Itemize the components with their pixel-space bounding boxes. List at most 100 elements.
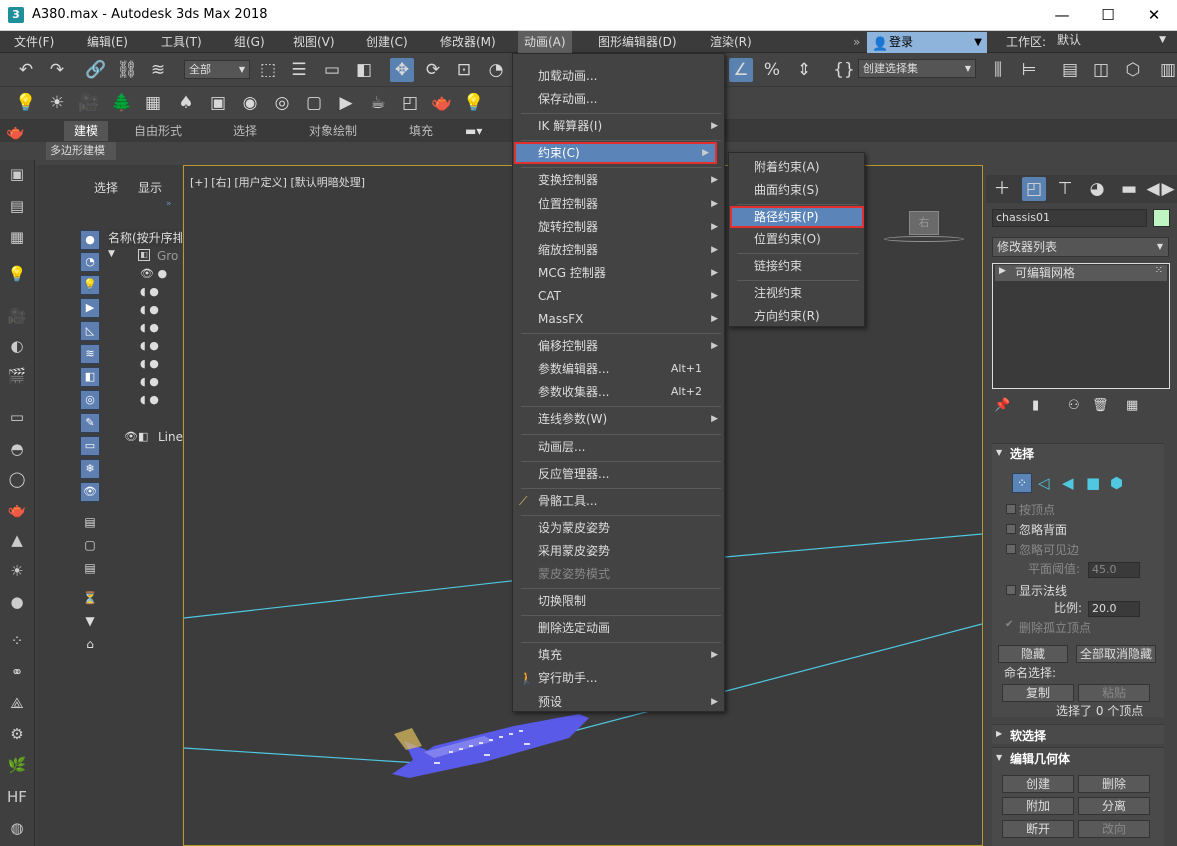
tab-selection[interactable]: 选择 bbox=[233, 121, 257, 141]
menu-item[interactable]: 填充 ▶ bbox=[514, 644, 724, 666]
placement-icon[interactable]: ◔ bbox=[484, 58, 508, 82]
tab-modeling[interactable]: 建模 bbox=[64, 121, 109, 141]
viewcube-ring[interactable] bbox=[884, 236, 964, 242]
menu-overflow-icon[interactable]: » bbox=[853, 31, 860, 53]
ribbon-options-icon[interactable]: ▬▾ bbox=[465, 121, 482, 141]
unlink-icon[interactable]: ⛓ bbox=[115, 58, 139, 82]
menu-item[interactable]: 链接约束 bbox=[730, 255, 864, 277]
menu-file[interactable]: 文件(F) bbox=[14, 31, 54, 53]
tree-expand-icon[interactable]: ▼ bbox=[108, 249, 115, 259]
menu-item[interactable]: 删除选定动画 bbox=[514, 617, 724, 639]
select-object-icon[interactable]: ⬚ bbox=[256, 58, 280, 82]
unhide-all-button[interactable]: 全部取消隐藏 bbox=[1076, 645, 1156, 663]
menu-item[interactable]: 路径约束(P) bbox=[730, 205, 864, 228]
filter-geometry-icon[interactable]: ● bbox=[80, 230, 100, 250]
menu-item[interactable]: 骨骼工具... ⟋ bbox=[514, 490, 724, 512]
by-vertex-checkbox[interactable] bbox=[1006, 504, 1016, 514]
pin-stack-icon[interactable]: 📌 bbox=[994, 398, 1010, 413]
camera-icon[interactable]: 🎥 bbox=[77, 91, 101, 115]
ignore-visible-edges-checkbox[interactable] bbox=[1006, 544, 1016, 554]
hair-fur-icon[interactable]: HF bbox=[6, 786, 28, 808]
scroll-right-icon[interactable]: ▶ bbox=[1161, 177, 1175, 201]
tab-populate[interactable]: 填充 bbox=[409, 121, 433, 141]
menu-item[interactable]: 偏移控制器 ▶ bbox=[514, 335, 724, 357]
menu-rendering[interactable]: 渲染(R) bbox=[710, 31, 752, 53]
element-mode-icon[interactable]: ⬢ bbox=[1110, 474, 1123, 492]
menu-item[interactable]: 参数编辑器... Alt+1 bbox=[514, 358, 724, 380]
create-tab-icon[interactable]: ＋ bbox=[990, 177, 1014, 201]
login-button[interactable]: 👤 登录 ▼ bbox=[867, 32, 987, 53]
modifier-list-dropdown[interactable]: 修改器列表 ▼ bbox=[992, 237, 1169, 257]
edit-geometry-title[interactable]: 编辑几何体 bbox=[1010, 750, 1070, 767]
show-end-result-icon[interactable]: ▮ bbox=[1032, 398, 1039, 413]
menu-group[interactable]: 组(G) bbox=[234, 31, 265, 53]
polygon-mode-icon[interactable]: ■ bbox=[1086, 474, 1100, 492]
named-selection-dropdown[interactable]: 创建选择集 ▼ bbox=[858, 59, 976, 78]
menu-item[interactable]: 方向约束(R) bbox=[730, 305, 864, 327]
menu-item[interactable]: CAT ▶ bbox=[514, 285, 724, 307]
menu-item[interactable]: 约束(C) ▶ bbox=[514, 142, 717, 165]
curve-editor-icon[interactable]: ▥ bbox=[1156, 58, 1177, 82]
light-list-icon[interactable]: 💡 bbox=[6, 263, 28, 285]
redo-icon[interactable]: ↷ bbox=[45, 58, 69, 82]
sun-icon[interactable]: ☀ bbox=[45, 91, 69, 115]
torus-icon[interactable]: ◯ bbox=[6, 468, 28, 490]
paste-button[interactable]: 粘贴 bbox=[1078, 684, 1150, 702]
bind-space-warp-icon[interactable]: ≋ bbox=[146, 58, 170, 82]
menu-item[interactable]: 注视约束 bbox=[730, 282, 864, 304]
menu-create[interactable]: 创建(C) bbox=[366, 31, 408, 53]
menu-item[interactable]: 穿行助手... 🚶 bbox=[514, 667, 724, 689]
object-color-swatch[interactable] bbox=[1153, 209, 1170, 227]
menu-item[interactable]: 缩放控制器 ▶ bbox=[514, 239, 724, 261]
subobject-icon[interactable]: ⁙ bbox=[1155, 265, 1163, 276]
scale-icon[interactable]: ⊡ bbox=[452, 58, 476, 82]
detach-button[interactable]: 分离 bbox=[1078, 797, 1150, 815]
expand-icon[interactable]: » bbox=[166, 199, 172, 209]
molecule-icon[interactable]: ⚭ bbox=[6, 661, 28, 683]
vertex-mode-icon[interactable]: ⁘ bbox=[1012, 473, 1032, 493]
window-crossing-icon[interactable]: ◧ bbox=[352, 58, 376, 82]
render-tool-icon[interactable]: ◐ bbox=[6, 335, 28, 357]
ribbon-subtab[interactable]: 多边形建模 bbox=[46, 142, 116, 160]
teapot-render-icon[interactable]: ☕ bbox=[366, 91, 390, 115]
undo-icon[interactable]: ↶ bbox=[14, 58, 38, 82]
delete-isolated-label[interactable]: 删除孤立顶点 bbox=[1019, 619, 1091, 636]
menu-item[interactable]: 预设 ▶ bbox=[514, 691, 724, 713]
grass-icon[interactable]: 🌿 bbox=[6, 754, 28, 776]
menu-item[interactable]: 曲面约束(S) bbox=[730, 179, 864, 201]
menu-tools[interactable]: 工具(T) bbox=[161, 31, 202, 53]
menu-views[interactable]: 视图(V) bbox=[293, 31, 335, 53]
soft-selection-title[interactable]: 软选择 bbox=[1010, 727, 1046, 744]
viewcube[interactable]: 右 bbox=[909, 211, 939, 235]
tab-freeform[interactable]: 自由形式 bbox=[134, 121, 182, 141]
display-box-icon[interactable]: ▢ bbox=[82, 537, 98, 553]
filter-spacewarps-icon[interactable]: ≋ bbox=[80, 344, 100, 364]
menu-item[interactable]: 切换限制 bbox=[514, 590, 724, 612]
collapse-icon[interactable]: ▼ bbox=[996, 448, 1002, 457]
selection-filter-dropdown[interactable]: 全部 ▼ bbox=[184, 60, 250, 79]
hidden-row-icon[interactable]: ◖ ● bbox=[140, 357, 159, 370]
link-icon[interactable]: 🔗 bbox=[84, 58, 108, 82]
mirror-icon[interactable]: ⫼ bbox=[986, 58, 1010, 82]
face-mode-icon[interactable]: ◀ bbox=[1062, 474, 1074, 492]
line-item-label[interactable]: Line bbox=[158, 430, 183, 444]
edge-mode-icon[interactable]: ◁ bbox=[1038, 474, 1050, 492]
rope-icon[interactable]: ◍ bbox=[6, 817, 28, 839]
material-editor-icon[interactable]: ◎ bbox=[270, 91, 294, 115]
light-icon[interactable]: 💡 bbox=[14, 91, 38, 115]
delete-button[interactable]: 删除 bbox=[1078, 775, 1150, 793]
menu-item[interactable]: 保存动画... bbox=[514, 88, 724, 110]
stack-item[interactable]: ▶ 可编辑网格 ⁙ bbox=[995, 265, 1167, 281]
maximize-button[interactable]: ☐ bbox=[1085, 0, 1131, 31]
hidden-row-icon[interactable]: ◖ ● bbox=[140, 375, 159, 388]
particle-icon[interactable]: ⁘ bbox=[6, 630, 28, 652]
display-tab-icon[interactable]: ▬ bbox=[1117, 177, 1141, 201]
active-shade-icon[interactable]: 💡 bbox=[462, 91, 486, 115]
tree-icon[interactable]: 🌲 bbox=[110, 91, 134, 115]
show-normals-checkbox[interactable] bbox=[1006, 585, 1016, 595]
filter-containers-icon[interactable]: ▭ bbox=[80, 436, 100, 456]
layout-tab-icon[interactable]: ▤ bbox=[6, 195, 28, 217]
menu-item[interactable]: 反应管理器... bbox=[514, 463, 724, 485]
layout-grid-icon[interactable]: ▦ bbox=[6, 226, 28, 248]
modify-tab-icon[interactable]: ◰ bbox=[1022, 177, 1046, 201]
